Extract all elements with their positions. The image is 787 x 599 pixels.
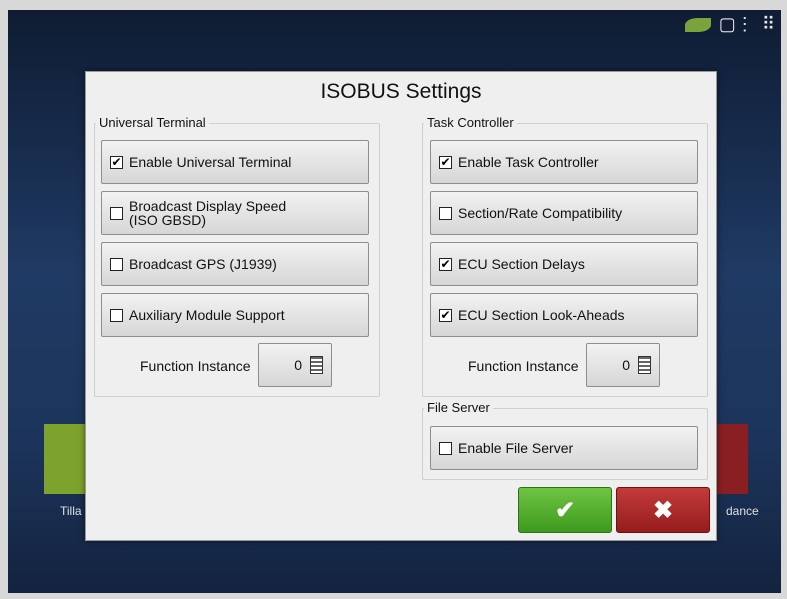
checkbox[interactable] xyxy=(439,206,452,220)
option-label: Broadcast GPS (J1939) xyxy=(129,256,277,272)
checkbox[interactable]: ✔ xyxy=(439,155,452,169)
guidance-app-label: dance xyxy=(726,504,759,518)
broadcast-gps-button[interactable]: Broadcast GPS (J1939) xyxy=(101,242,369,286)
checkbox[interactable] xyxy=(110,257,123,271)
dialog-title: ISOBUS Settings xyxy=(320,80,482,103)
option-label: Enable Task Controller xyxy=(458,154,599,170)
tillage-app-label: Tilla xyxy=(60,504,82,518)
checkbox[interactable]: ✔ xyxy=(110,155,123,169)
option-label: Auxiliary Module Support xyxy=(129,307,285,323)
checkmark-icon: ✔ xyxy=(554,496,576,524)
ut-function-instance-value: 0 xyxy=(294,357,302,373)
checkbox[interactable] xyxy=(439,441,452,455)
enable-task-controller-button[interactable]: ✔ Enable Task Controller xyxy=(430,140,698,184)
auxiliary-module-support-button[interactable]: Auxiliary Module Support xyxy=(101,293,369,337)
status-bar: ▢⋮ ⠿ xyxy=(684,14,775,35)
file-server-label: File Server xyxy=(424,400,493,415)
option-label: ECU Section Look-Aheads xyxy=(458,307,625,323)
checkbox[interactable]: ✔ xyxy=(439,257,452,271)
checkbox[interactable] xyxy=(110,308,123,322)
ut-function-instance-input[interactable]: 0 xyxy=(258,343,332,387)
calculator-icon[interactable] xyxy=(638,356,651,374)
tc-function-instance-value: 0 xyxy=(622,357,630,373)
implement-icon: ⠿ xyxy=(761,14,775,34)
option-label: Broadcast Display Speed (ISO GBSD) xyxy=(129,198,287,228)
universal-terminal-label: Universal Terminal xyxy=(96,115,209,130)
broadcast-display-speed-button[interactable]: Broadcast Display Speed (ISO GBSD) xyxy=(101,191,369,235)
checkbox[interactable] xyxy=(110,206,123,220)
ecu-section-delays-button[interactable]: ✔ ECU Section Delays xyxy=(430,242,698,286)
close-icon: ✖ xyxy=(652,496,674,524)
isobus-settings-dialog: ISOBUS Settings Universal Terminal ✔ Ena… xyxy=(85,71,717,541)
option-label: Section/Rate Compatibility xyxy=(458,205,623,221)
section-rate-compatibility-button[interactable]: Section/Rate Compatibility xyxy=(430,191,698,235)
option-label: ECU Section Delays xyxy=(458,256,585,272)
enable-file-server-button[interactable]: Enable File Server xyxy=(430,426,698,470)
ecu-section-look-aheads-button[interactable]: ✔ ECU Section Look-Aheads xyxy=(430,293,698,337)
isobus-icon: ▢⋮ xyxy=(718,14,754,34)
tc-function-instance-label: Function Instance xyxy=(468,358,579,374)
enable-universal-terminal-button[interactable]: ✔ Enable Universal Terminal xyxy=(101,140,369,184)
tc-function-instance-input[interactable]: 0 xyxy=(586,343,660,387)
option-label: Enable File Server xyxy=(458,440,574,456)
accept-button[interactable]: ✔ xyxy=(518,487,612,533)
task-controller-label: Task Controller xyxy=(424,115,517,130)
cancel-button[interactable]: ✖ xyxy=(616,487,710,533)
calculator-icon[interactable] xyxy=(310,356,323,374)
option-label: Enable Universal Terminal xyxy=(129,154,292,170)
guidance-leaf-icon xyxy=(684,17,711,32)
ut-function-instance-label: Function Instance xyxy=(140,358,251,374)
checkbox[interactable]: ✔ xyxy=(439,308,452,322)
tillage-app-tile[interactable] xyxy=(44,424,88,494)
